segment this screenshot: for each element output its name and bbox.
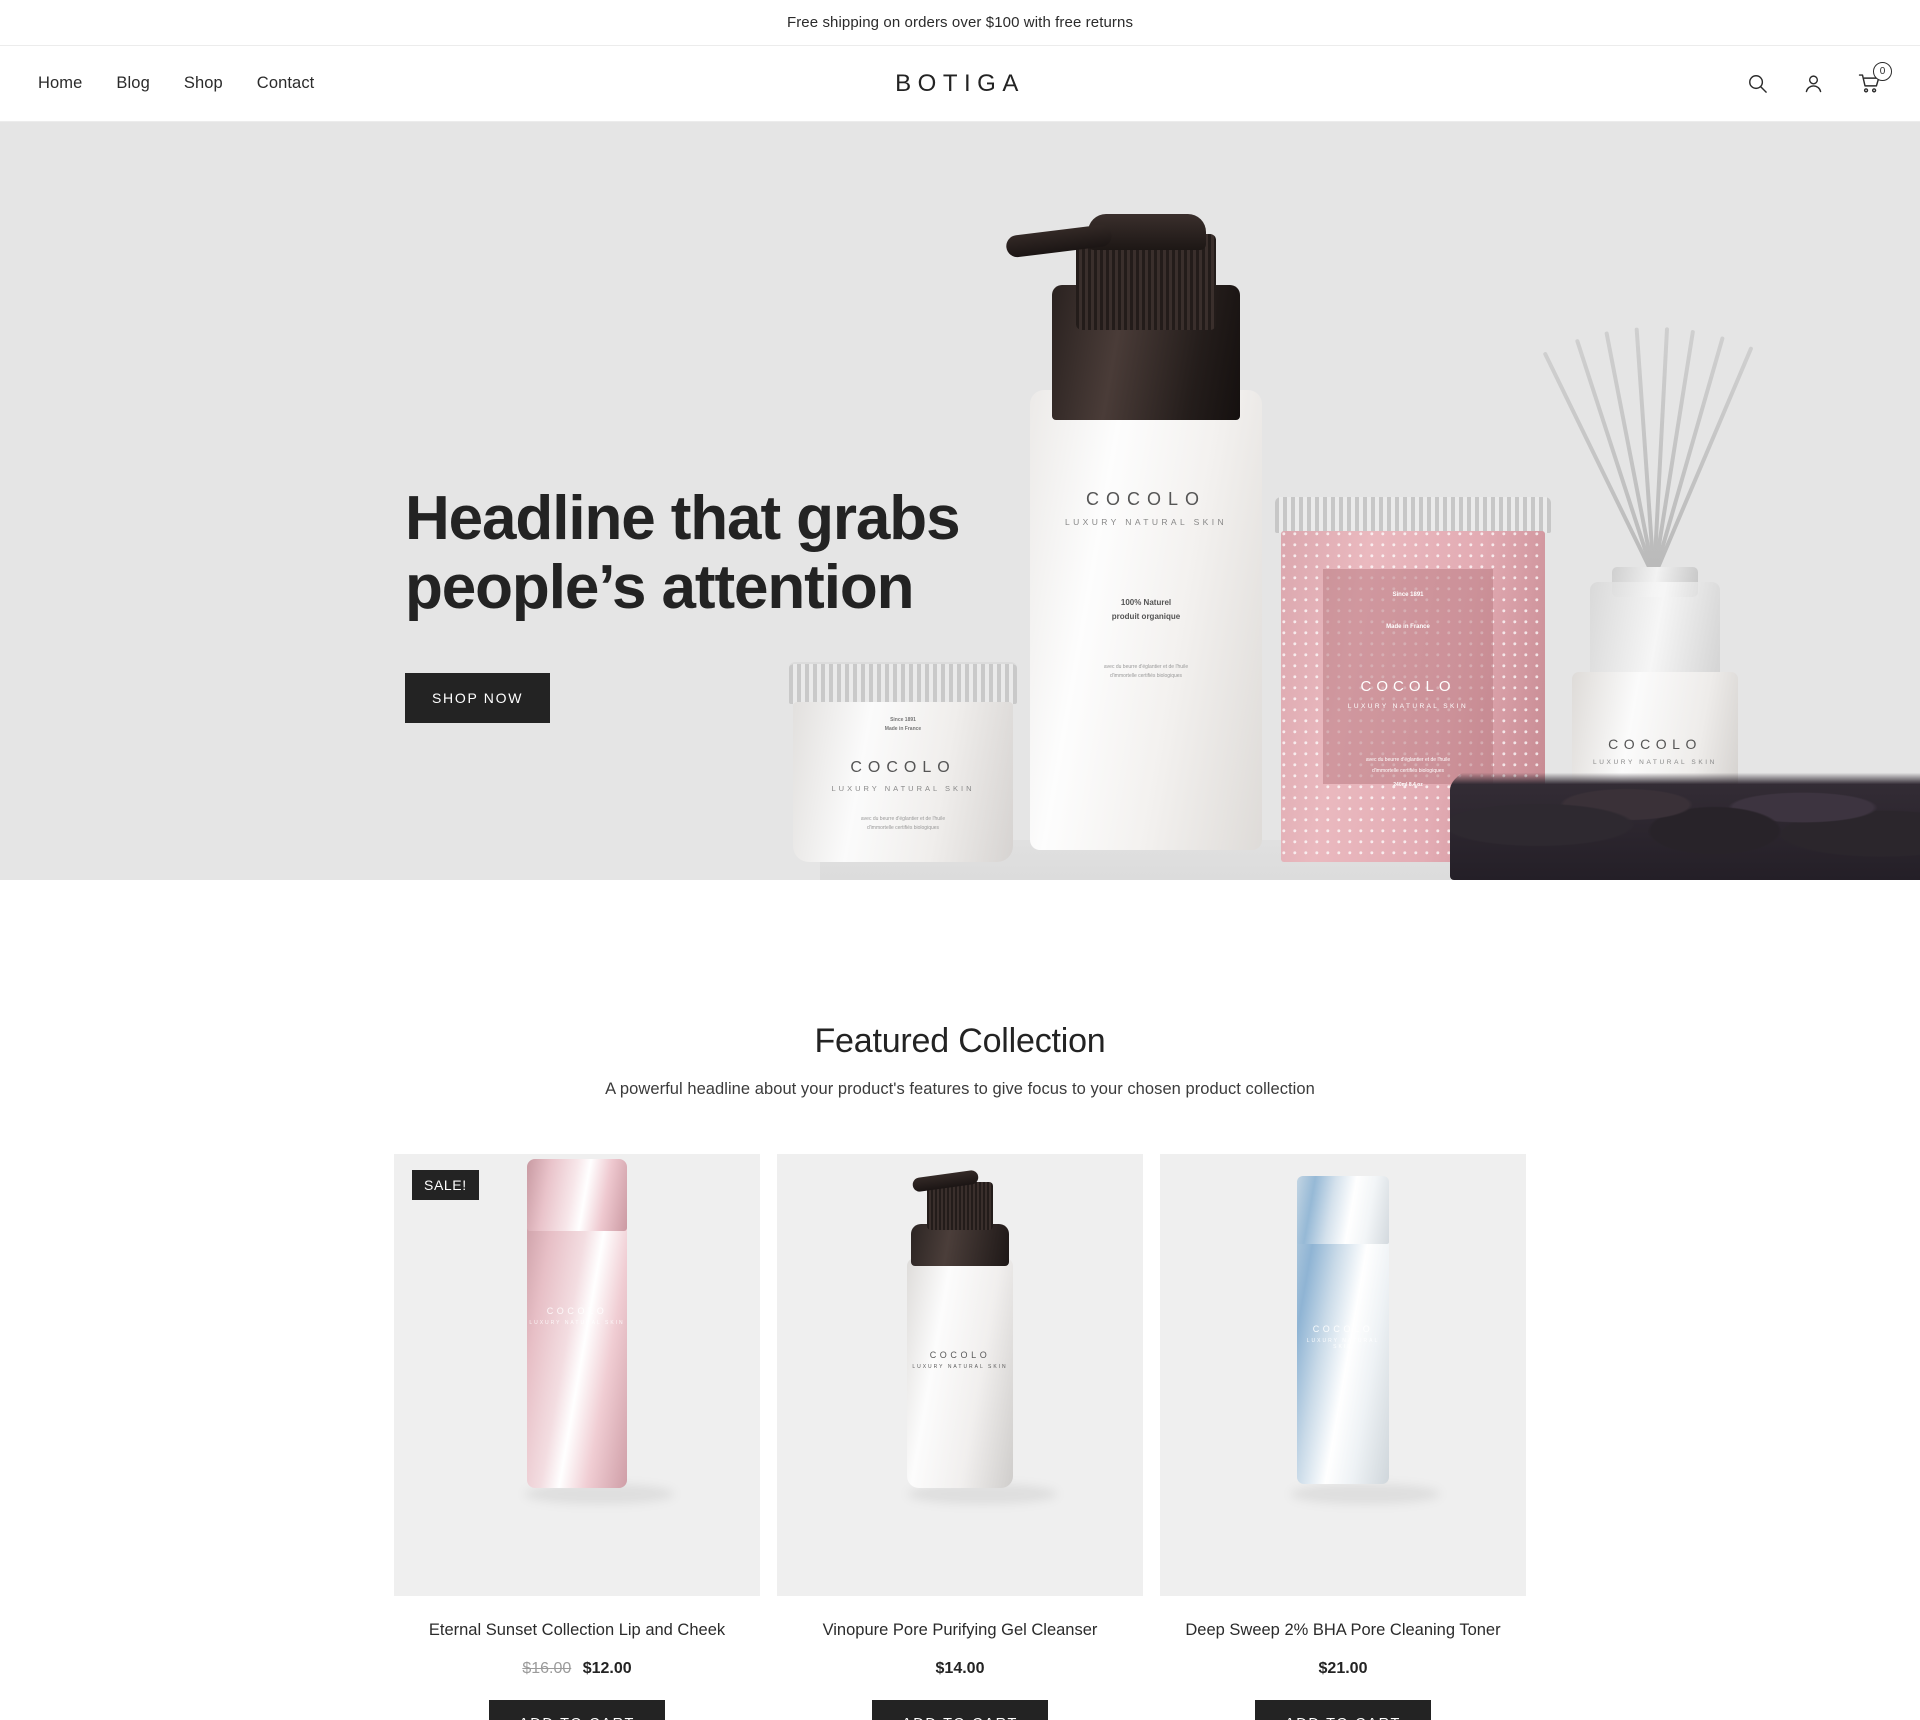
nav-item-shop[interactable]: Shop: [184, 74, 223, 93]
announcement-bar: Free shipping on orders over $100 with f…: [0, 0, 1920, 46]
cream-jar-brand-sub: LUXURY NATURAL SKIN: [831, 784, 975, 793]
pink-jar-brand-sub: LUXURY NATURAL SKIN: [1347, 703, 1469, 711]
sale-badge: SALE!: [412, 1170, 479, 1200]
pump-fr-line1: 100% Naturel: [1120, 598, 1172, 607]
cream-jar-brand: COCOLO: [850, 759, 956, 776]
product-image[interactable]: SALE! COCOLO LUXURY NATURAL SKIN: [394, 1154, 760, 1596]
product-price: $21.00: [1160, 1660, 1526, 1678]
product-bottle-shoulder: [911, 1224, 1009, 1266]
shop-now-button[interactable]: SHOP NOW: [405, 672, 551, 723]
product-title[interactable]: Deep Sweep 2% BHA Pore Cleaning Toner: [1160, 1621, 1526, 1640]
product-current-price: $14.00: [935, 1660, 985, 1677]
pump-tiny-line1: avec du beurre d'églantier et de l'huile: [1103, 664, 1189, 670]
featured-heading: Featured Collection: [814, 1022, 1106, 1060]
cream-jar-origin: Made in France: [884, 726, 922, 732]
pink-jar-label: Since 1891 Made in France COCOLO LUXURY …: [1323, 569, 1493, 788]
cream-jar-body: Since 1891 Made in France COCOLO LUXURY …: [793, 702, 1013, 862]
nav-item-contact[interactable]: Contact: [257, 74, 315, 93]
product-current-price: $12.00: [582, 1660, 632, 1677]
product-current-price: $21.00: [1318, 1660, 1368, 1677]
product-card: SALE! COCOLO LUXURY NATURAL SKIN Eternal…: [394, 1154, 760, 1720]
product-bottle-brand-sub: LUXURY NATURAL SKIN: [912, 1364, 1008, 1370]
product-old-price: $16.00: [522, 1660, 572, 1677]
product-bottle-brand-sub: LUXURY NATURAL SKIN: [1306, 1338, 1380, 1350]
search-icon[interactable]: [1744, 71, 1770, 97]
pink-jar-desc: avec du beurre d'églantier et de l'huile: [1365, 757, 1451, 764]
hero-section: Since 1891 Made in France COCOLO LUXURY …: [0, 122, 1920, 880]
featured-subheading: A powerful headline about your product's…: [605, 1080, 1315, 1098]
cream-jar-desc: avec du beurre d'églantier et de l'huile: [860, 816, 946, 822]
product-card: COCOLO LUXURY NATURAL SKIN Deep Sweep 2%…: [1160, 1154, 1526, 1720]
pink-jar-lid: [1275, 497, 1551, 533]
cart-count-badge: 0: [1873, 61, 1892, 81]
product-image[interactable]: COCOLO LUXURY NATURAL SKIN: [1160, 1154, 1526, 1596]
product-bottle-cleanser: COCOLO LUXURY NATURAL SKIN: [907, 1258, 1013, 1488]
hero-headline-line2: people’s attention: [405, 553, 914, 623]
cream-jar-desc2: d'immortelle certifiés biologiques: [866, 825, 940, 831]
nav-item-home[interactable]: Home: [38, 74, 82, 93]
pump-brand: COCOLO: [1085, 489, 1206, 509]
featured-collection-section: Featured Collection A powerful headline …: [0, 880, 1920, 1720]
product-price: $16.00 $12.00: [394, 1660, 760, 1678]
pump-brand-sub: LUXURY NATURAL SKIN: [1064, 517, 1228, 527]
product-bottle-cap: [527, 1159, 627, 1231]
announcement-text: Free shipping on orders over $100 with f…: [786, 14, 1134, 31]
product-card: COCOLO LUXURY NATURAL SKIN Vinopure Pore…: [777, 1154, 1143, 1720]
nav-item-blog[interactable]: Blog: [116, 74, 149, 93]
account-icon[interactable]: [1800, 71, 1826, 97]
pump-fr-line2: produit organique: [1111, 612, 1181, 621]
header-icon-group: 0: [1744, 61, 1892, 97]
pump-tiny-line2: d'immortelle certifiés biologiques: [1109, 673, 1183, 679]
hero-pump-bottle: COCOLO LUXURY NATURAL SKIN 100% Naturel …: [1005, 214, 1262, 850]
product-bottle-brand: COCOLO: [929, 1350, 991, 1360]
add-to-cart-button[interactable]: ADD TO CART: [1254, 1700, 1432, 1720]
reed-stick: [1652, 346, 1754, 578]
add-to-cart-button[interactable]: ADD TO CART: [488, 1700, 666, 1720]
hero-copy-block: Headline that grabs people’s attention S…: [405, 484, 1045, 723]
product-title[interactable]: Eternal Sunset Collection Lip and Cheek: [394, 1621, 760, 1640]
hero-lavender-sprigs: [1450, 735, 1920, 880]
product-shadow: [1290, 1484, 1441, 1504]
product-bottle-brand: COCOLO: [546, 1306, 608, 1316]
product-bottle-brand: COCOLO: [1312, 1324, 1374, 1334]
pink-jar-since: Since 1891: [1392, 592, 1424, 598]
main-navigation: Home Blog Shop Contact: [38, 74, 314, 93]
site-logo[interactable]: BOTIGA: [895, 70, 1025, 98]
product-title[interactable]: Vinopure Pore Purifying Gel Cleanser: [777, 1621, 1143, 1640]
product-grid: SALE! COCOLO LUXURY NATURAL SKIN Eternal…: [0, 1154, 1920, 1720]
site-header: Home Blog Shop Contact BOTIGA 0: [0, 46, 1920, 122]
product-bottle-cap: [1297, 1176, 1389, 1244]
product-bottle-brand-sub: LUXURY NATURAL SKIN: [529, 1320, 625, 1326]
hero-headline: Headline that grabs people’s attention: [405, 484, 1045, 623]
cart-icon[interactable]: 0: [1856, 61, 1892, 97]
hero-headline-line1: Headline that grabs: [405, 484, 961, 553]
product-image[interactable]: COCOLO LUXURY NATURAL SKIN: [777, 1154, 1143, 1596]
pump-bottle-label: COCOLO LUXURY NATURAL SKIN 100% Naturel …: [1030, 489, 1262, 680]
pink-jar-origin: Made in France: [1386, 623, 1430, 630]
add-to-cart-button[interactable]: ADD TO CART: [871, 1700, 1049, 1720]
pink-jar-brand: COCOLO: [1360, 678, 1456, 696]
product-price: $14.00: [777, 1660, 1143, 1678]
